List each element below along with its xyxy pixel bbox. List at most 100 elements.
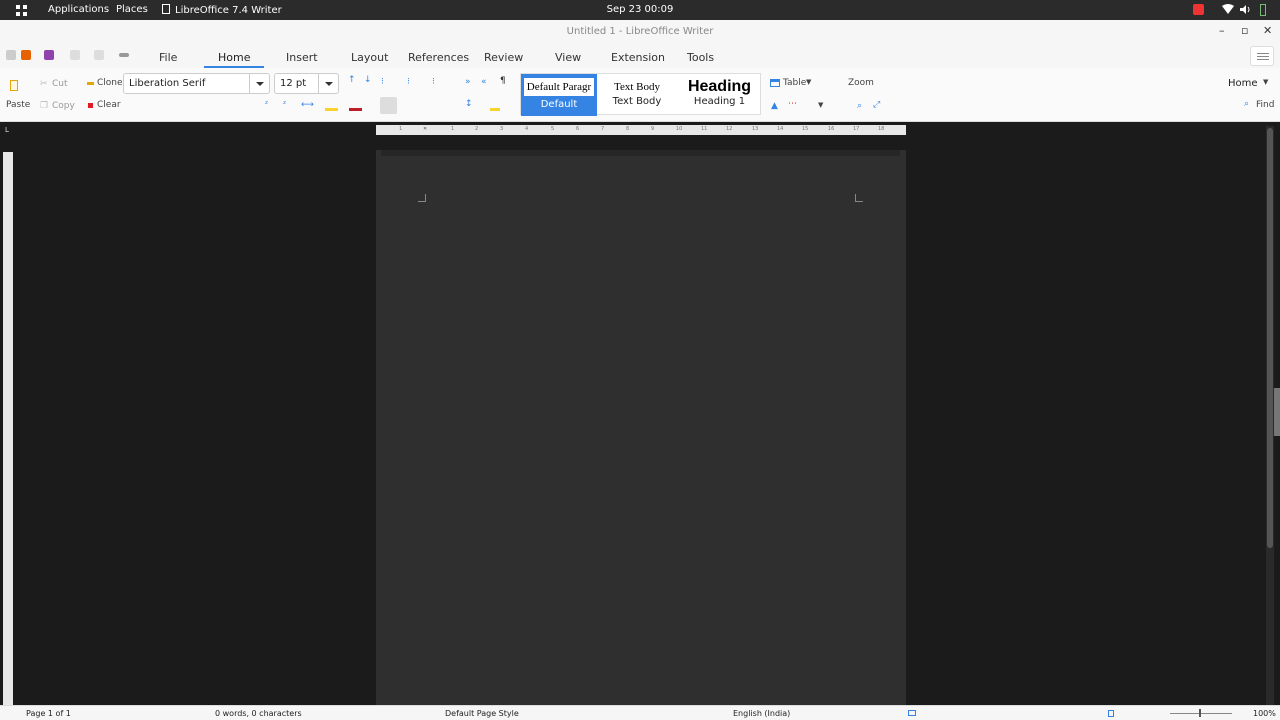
indent-marker-icon[interactable]: ✕: [423, 126, 427, 132]
wifi-icon[interactable]: [1222, 4, 1234, 14]
find-button[interactable]: Find: [1256, 100, 1274, 110]
clock[interactable]: Sep 23 00:09: [607, 4, 674, 15]
font-name-combo[interactable]: Liberation Serif: [123, 73, 270, 94]
zoom-button[interactable]: Zoom: [848, 78, 874, 88]
single-page-view-icon[interactable]: [1108, 710, 1114, 717]
notebookbar-tabs: File Home Insert Layout References Revie…: [0, 44, 1280, 68]
paste-button[interactable]: Paste: [6, 100, 30, 110]
vertical-scrollbar[interactable]: [1266, 126, 1274, 705]
increase-indent-icon[interactable]: »: [465, 77, 471, 87]
formatting-marks-icon[interactable]: ¶: [500, 76, 506, 86]
places-menu[interactable]: Places: [116, 4, 148, 15]
grow-font-icon[interactable]: ↑: [348, 75, 356, 85]
writer-app-menu[interactable]: LibreOffice 7.4 Writer: [162, 4, 282, 16]
align-left-icon[interactable]: [380, 97, 397, 114]
clear-button[interactable]: Clear: [97, 100, 121, 110]
chevron-down-icon[interactable]: ▼: [1263, 78, 1268, 86]
font-color-icon[interactable]: [349, 108, 362, 111]
style-preview: Default Paragr: [524, 78, 594, 96]
style-heading-1[interactable]: Heading Heading 1: [677, 74, 762, 116]
tab-review[interactable]: Review: [484, 51, 523, 64]
window-titlebar: Untitled 1 - LibreOffice Writer – ▫ ✕: [0, 20, 1280, 44]
page-style[interactable]: Default Page Style: [445, 709, 519, 718]
home-ribbon: Paste ✂ Cut ❐ Copy Clone Clear Liberatio…: [0, 68, 1280, 122]
applications-menu[interactable]: Applications: [48, 4, 109, 15]
ruler-tick: 2: [475, 126, 479, 132]
open-folder-icon[interactable]: [21, 50, 31, 60]
save-icon[interactable]: [44, 50, 54, 60]
ruler-tick: 3: [500, 126, 504, 132]
document-page[interactable]: [376, 150, 906, 705]
character-spacing-icon[interactable]: ⟷: [301, 100, 314, 110]
tab-home[interactable]: Home: [218, 51, 250, 64]
tab-view[interactable]: View: [555, 51, 581, 64]
word-count[interactable]: 0 words, 0 characters: [215, 709, 302, 718]
style-preview: Text Body: [614, 81, 660, 93]
zoom-icon[interactable]: ⌕: [857, 101, 862, 111]
copy-button[interactable]: Copy: [52, 101, 75, 111]
tab-file[interactable]: File: [159, 51, 177, 64]
cut-button[interactable]: Cut: [52, 79, 68, 89]
scrollbar-thumb[interactable]: [1267, 128, 1273, 548]
new-document-icon[interactable]: [6, 50, 16, 60]
paste-icon[interactable]: [10, 80, 18, 91]
sidebar-handle[interactable]: [1274, 388, 1280, 436]
ruler-tick: 5: [551, 126, 555, 132]
outline-icon[interactable]: ⁝: [432, 77, 435, 87]
chevron-down-icon[interactable]: [318, 74, 338, 93]
tab-tools[interactable]: Tools: [687, 51, 714, 64]
style-default-paragraph[interactable]: Default Paragr Default: [521, 74, 597, 116]
zoom-page-icon[interactable]: ⤢: [873, 100, 880, 110]
font-size-combo[interactable]: 12 pt: [274, 73, 339, 94]
status-bar: Page 1 of 1 0 words, 0 characters Defaul…: [0, 705, 1280, 720]
highlight-color-icon[interactable]: [325, 108, 338, 111]
apps-grid-icon[interactable]: [16, 5, 27, 16]
image-icon[interactable]: ▲: [771, 101, 778, 111]
numbering-icon[interactable]: ⁝: [407, 77, 410, 87]
shapes-icon[interactable]: ⋯: [788, 99, 797, 109]
zoom-slider[interactable]: [1170, 713, 1232, 714]
superscript-icon[interactable]: ᶻ: [265, 100, 268, 110]
chevron-down-icon[interactable]: ▼: [806, 78, 811, 86]
minimize-button[interactable]: –: [1219, 24, 1225, 37]
shrink-font-icon[interactable]: ↓: [364, 75, 372, 85]
bullets-icon[interactable]: ⁝: [381, 77, 384, 87]
undo-icon[interactable]: [70, 50, 80, 60]
app-menu-label: LibreOffice 7.4 Writer: [175, 5, 282, 16]
tab-layout[interactable]: Layout: [351, 51, 388, 64]
tab-references[interactable]: References: [408, 51, 469, 64]
home-combo[interactable]: Home: [1228, 78, 1258, 89]
chevron-down-icon[interactable]: [249, 74, 269, 93]
decrease-indent-icon[interactable]: «: [481, 77, 487, 87]
table-button[interactable]: Table: [783, 78, 806, 88]
close-button[interactable]: ✕: [1263, 24, 1272, 37]
chevron-down-icon[interactable]: ▼: [818, 101, 823, 109]
language[interactable]: English (India): [733, 709, 790, 718]
style-text-body[interactable]: Text Body Text Body: [597, 74, 677, 116]
paragraph-background-icon[interactable]: [490, 108, 500, 111]
clone-button[interactable]: Clone: [97, 78, 123, 88]
volume-icon[interactable]: [1240, 4, 1251, 15]
zoom-level[interactable]: 100%: [1253, 709, 1276, 718]
vertical-ruler[interactable]: [3, 152, 13, 705]
hamburger-menu-button[interactable]: [1250, 46, 1274, 66]
screen-record-icon[interactable]: [1193, 4, 1204, 15]
clear-formatting-icon: [88, 103, 93, 108]
page-count[interactable]: Page 1 of 1: [26, 709, 71, 718]
document-area[interactable]: L 1 ✕ 1 2 3 4 5 6 7 8 9 10 11 12 13 14 1…: [0, 122, 1280, 705]
selection-mode-icon[interactable]: [908, 710, 916, 716]
battery-icon[interactable]: [1260, 4, 1266, 16]
print-icon[interactable]: [119, 53, 129, 57]
maximize-button[interactable]: ▫: [1241, 24, 1248, 37]
redo-icon[interactable]: [94, 50, 104, 60]
ruler-tick: 8: [626, 126, 630, 132]
zoom-slider-knob[interactable]: [1199, 709, 1201, 717]
ruler-tick: 6: [576, 126, 580, 132]
tab-insert[interactable]: Insert: [286, 51, 318, 64]
tab-stop-type-icon[interactable]: L: [5, 126, 9, 134]
horizontal-ruler[interactable]: 1 ✕ 1 2 3 4 5 6 7 8 9 10 11 12 13 14 15 …: [376, 125, 906, 135]
line-spacing-icon[interactable]: ↕: [465, 99, 473, 109]
ruler-tick: 10: [676, 126, 683, 132]
tab-extension[interactable]: Extension: [611, 51, 665, 64]
subscript-icon[interactable]: ᶻ: [283, 100, 286, 110]
